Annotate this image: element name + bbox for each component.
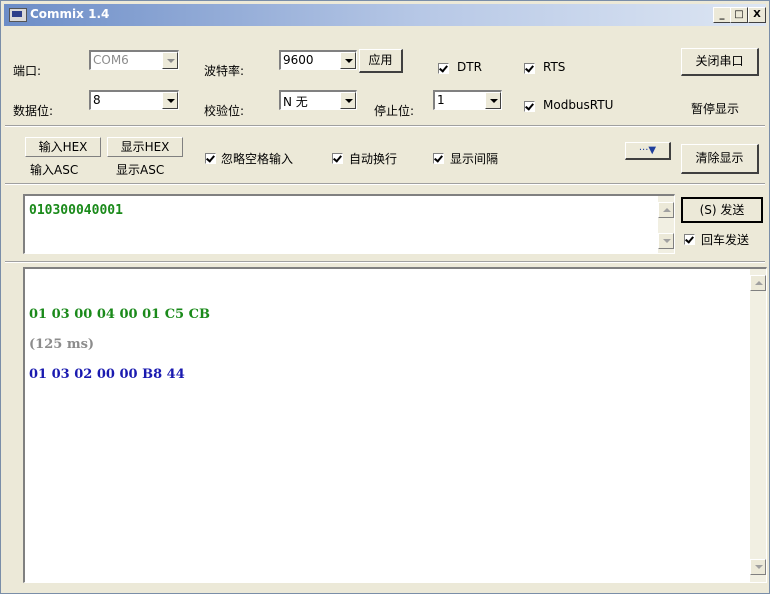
input-hex-button[interactable]: 输入HEX bbox=[25, 137, 101, 157]
ignore-space-label: 忽略空格输入 bbox=[221, 152, 294, 166]
rts-checkbox[interactable] bbox=[524, 63, 535, 74]
parity-select-value: N 无 bbox=[283, 95, 308, 109]
chevron-down-icon[interactable] bbox=[340, 92, 356, 109]
cr-send-label: 回车发送 bbox=[701, 233, 750, 247]
close-port-button[interactable]: 关闭串口 bbox=[681, 48, 759, 76]
output-scrollbar[interactable] bbox=[750, 269, 766, 582]
minimize-button[interactable]: _ bbox=[713, 7, 731, 23]
cr-send-checkbox[interactable] bbox=[684, 234, 695, 245]
output-line: (125 ms) bbox=[29, 337, 95, 352]
show-hex-button[interactable]: 显示HEX bbox=[107, 137, 183, 157]
output-line: 01 03 00 04 00 01 C5 CB bbox=[29, 307, 210, 322]
auto-wrap-label: 自动换行 bbox=[349, 152, 398, 166]
parity-label: 校验位: bbox=[204, 104, 245, 118]
chevron-down-icon[interactable] bbox=[162, 92, 178, 109]
send-scrollbar[interactable] bbox=[658, 196, 674, 253]
ignore-space-checkbox[interactable] bbox=[205, 153, 216, 164]
stopbits-label: 停止位: bbox=[374, 104, 415, 118]
port-label: 端口: bbox=[13, 64, 42, 78]
clear-display-button[interactable]: 清除显示 bbox=[681, 144, 759, 174]
show-asc-button[interactable]: 显示ASC bbox=[116, 161, 164, 178]
send-input-value: 010300040001 bbox=[29, 203, 123, 218]
databits-label: 数据位: bbox=[13, 104, 54, 118]
databits-select[interactable]: 8 bbox=[89, 90, 179, 110]
dtr-checkbox[interactable] bbox=[438, 63, 449, 74]
dtr-label: DTR bbox=[457, 60, 482, 74]
port-select[interactable]: COM6 bbox=[89, 50, 179, 70]
output-line: 01 03 02 00 00 B8 44 bbox=[29, 367, 185, 382]
databits-select-value: 8 bbox=[93, 93, 101, 107]
show-interval-checkbox[interactable] bbox=[433, 153, 444, 164]
separator bbox=[5, 183, 765, 185]
baud-select-value: 9600 bbox=[283, 53, 314, 67]
rts-label: RTS bbox=[543, 60, 566, 74]
separator bbox=[5, 125, 765, 127]
chevron-down-icon[interactable] bbox=[340, 52, 356, 69]
more-options-button[interactable]: ···▼ bbox=[625, 142, 671, 160]
input-asc-button[interactable]: 输入ASC bbox=[30, 161, 78, 178]
port-select-value: COM6 bbox=[93, 53, 129, 67]
modbus-label: ModbusRTU bbox=[543, 98, 614, 112]
output-display[interactable]: 01 03 00 04 00 01 C5 CB (125 ms) 01 03 02 … bbox=[23, 267, 767, 583]
modbus-checkbox[interactable] bbox=[524, 101, 535, 112]
window-title: Commix 1.4 bbox=[30, 7, 110, 21]
baud-select[interactable]: 9600 bbox=[279, 50, 357, 70]
close-button[interactable]: X bbox=[748, 7, 766, 23]
stopbits-select-value: 1 bbox=[437, 93, 445, 107]
send-button[interactable]: (S) 发送 bbox=[681, 197, 763, 223]
scroll-up-icon[interactable] bbox=[658, 202, 674, 218]
stopbits-select[interactable]: 1 bbox=[433, 90, 502, 110]
pause-display-button[interactable]: 暂停显示 bbox=[691, 100, 739, 117]
chevron-down-icon[interactable] bbox=[162, 52, 178, 69]
apply-button[interactable]: 应用 bbox=[359, 49, 403, 73]
scroll-up-icon[interactable] bbox=[750, 275, 766, 291]
app-window: Commix 1.4 _ □ X 端口: COM6 波特率: 9600 应用 D… bbox=[0, 0, 770, 594]
auto-wrap-checkbox[interactable] bbox=[332, 153, 343, 164]
chevron-down-icon[interactable] bbox=[485, 92, 501, 109]
show-interval-label: 显示间隔 bbox=[450, 152, 499, 166]
scroll-down-icon[interactable] bbox=[658, 233, 674, 249]
title-bar[interactable]: Commix 1.4 _ □ X bbox=[4, 4, 766, 26]
app-icon bbox=[9, 8, 27, 22]
parity-select[interactable]: N 无 bbox=[279, 90, 357, 110]
separator bbox=[5, 261, 765, 263]
maximize-button[interactable]: □ bbox=[730, 7, 748, 23]
baud-label: 波特率: bbox=[204, 64, 245, 78]
send-input[interactable]: 010300040001 bbox=[23, 194, 675, 254]
scroll-down-icon[interactable] bbox=[750, 559, 766, 575]
